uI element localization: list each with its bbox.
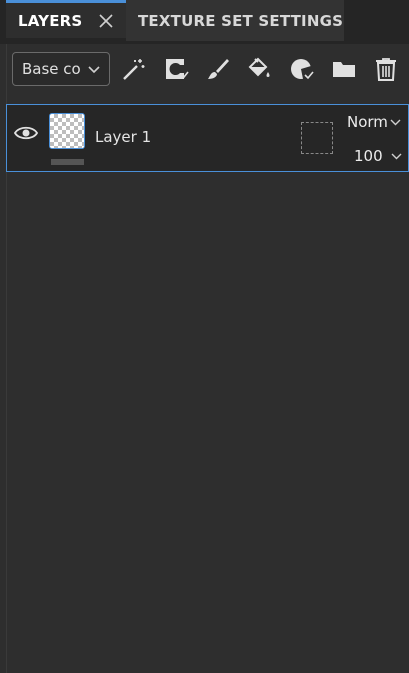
chevron-down-icon (390, 119, 401, 126)
close-icon[interactable] (98, 13, 114, 29)
layer-thumbnail-bar (51, 159, 84, 165)
layer-row[interactable]: Layer 1 Norm 100 (6, 104, 409, 172)
opacity-dropdown[interactable]: 100 (354, 147, 402, 165)
layer-thumbnail[interactable] (49, 113, 85, 149)
panel-tab-bar: LAYERS TEXTURE SET SETTINGS (0, 0, 409, 44)
add-fill-layer-icon[interactable] (163, 56, 189, 82)
folder-icon[interactable] (331, 56, 357, 82)
blend-mode-value: Norm (347, 113, 388, 131)
magic-wand-icon[interactable] (121, 56, 147, 82)
blend-mode-dropdown[interactable]: Norm (347, 113, 401, 131)
tab-layers-label: LAYERS (18, 11, 83, 30)
layer-name[interactable]: Layer 1 (95, 128, 151, 146)
chevron-down-icon (88, 66, 100, 74)
opacity-value: 100 (354, 147, 383, 165)
paint-brush-icon[interactable] (205, 56, 231, 82)
fill-bucket-icon[interactable] (247, 56, 273, 82)
tab-layers[interactable]: LAYERS (6, 0, 126, 38)
eye-icon[interactable] (14, 123, 38, 143)
tab-texture-set-settings-label: TEXTURE SET SETTINGS (138, 11, 344, 30)
channel-dropdown[interactable]: Base co (12, 52, 110, 86)
trash-icon[interactable] (373, 56, 399, 82)
tab-texture-set-settings[interactable]: TEXTURE SET SETTINGS (126, 0, 344, 41)
layer-mask-slot[interactable] (301, 122, 333, 154)
channel-dropdown-value: Base co (22, 60, 81, 78)
add-mask-icon[interactable] (289, 56, 315, 82)
chevron-down-icon (391, 153, 402, 160)
